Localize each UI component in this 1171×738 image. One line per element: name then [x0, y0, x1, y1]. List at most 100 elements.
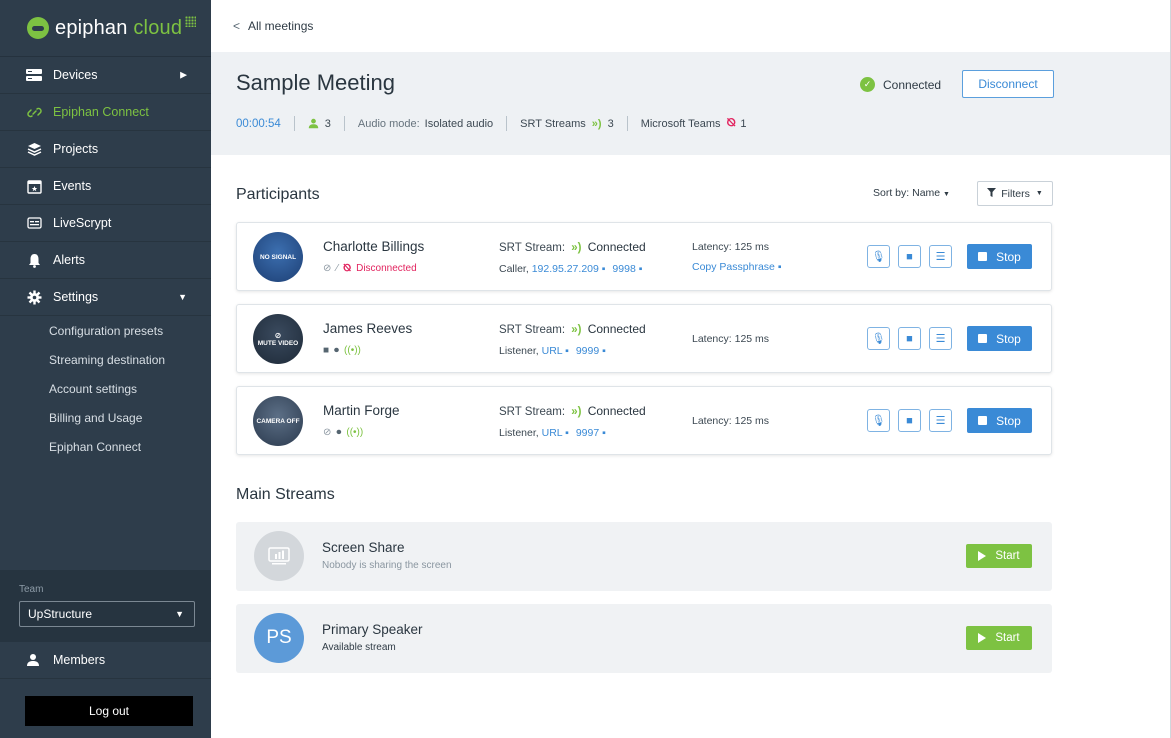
copy-icon: ▪ [777, 261, 782, 273]
stop-label: Stop [996, 249, 1021, 264]
gear-icon [26, 290, 42, 304]
start-button[interactable]: Start [966, 626, 1032, 650]
screen-share-avatar [254, 531, 304, 581]
srt-url-link[interactable]: URL [542, 427, 563, 439]
mic-button[interactable]: 🎙 [867, 327, 890, 350]
camera-off-icon: ⊘ [323, 263, 332, 274]
stop-button[interactable]: Stop [967, 244, 1032, 269]
stop-button[interactable]: Stop [967, 326, 1032, 351]
chevron-down-icon: ▼ [175, 609, 184, 619]
mic-button[interactable]: 🎙 [867, 409, 890, 432]
meeting-timer: 00:00:54 [236, 117, 281, 130]
video-camera-icon: ■ [906, 332, 913, 345]
list-icon: ☰ [935, 333, 946, 345]
sidebar-item-label: Epiphan Connect [53, 105, 149, 119]
sidebar-subitem-epiphan-connect[interactable]: Epiphan Connect [0, 432, 211, 461]
team-dropdown[interactable]: UpStructure ▼ [19, 601, 195, 627]
devices-icon [26, 68, 42, 82]
mic-button[interactable]: 🎙 [867, 245, 890, 268]
disconnect-button[interactable]: Disconnect [962, 70, 1054, 98]
link-icon [26, 105, 42, 119]
camera-button[interactable]: ■ [898, 327, 921, 350]
signal-waves-icon: ») [591, 117, 602, 130]
mic-icon: 🎙 [871, 333, 886, 345]
participant-card: CAMERA OFF Martin Forge ⊘ ⏺ ((•)) SRT St… [236, 386, 1052, 455]
start-label: Start [995, 632, 1020, 644]
details-button[interactable]: ☰ [929, 327, 952, 350]
play-icon [978, 633, 987, 643]
screen-share-icon [268, 547, 290, 565]
chevron-left-icon[interactable]: < [233, 19, 240, 33]
copy-icon[interactable]: ▪ [602, 345, 606, 357]
srt-stream-status: SRT Stream: ») Connected [499, 240, 646, 254]
participant-media-status: ⊘ ⁄ ⦰ Disconnected [323, 263, 422, 274]
copy-icon[interactable]: ▪ [602, 427, 606, 439]
latency: Latency: 125 ms [692, 415, 769, 427]
sidebar-item-devices[interactable]: Devices ▶ [0, 57, 211, 94]
sidebar-item-projects[interactable]: Projects [0, 131, 211, 168]
copy-passphrase-link[interactable]: Copy Passphrase ▪ [692, 261, 782, 273]
sidebar-item-label: Members [53, 653, 106, 667]
sidebar-item-events[interactable]: Events [0, 168, 211, 205]
participant-avatar: ⊘ MUTE VIDEO [253, 314, 303, 364]
teams-label: Microsoft Teams [640, 117, 721, 130]
srt-port[interactable]: 9997 [576, 427, 599, 439]
srt-mode: Listener, [499, 345, 539, 357]
sidebar-subitem-account-settings[interactable]: Account settings [0, 374, 211, 403]
brand-name: epiphan [55, 16, 128, 39]
sidebar-item-epiphan-connect[interactable]: Epiphan Connect [0, 94, 211, 131]
sidebar-subitem-streaming-destination[interactable]: Streaming destination [0, 345, 211, 374]
stream-subtitle: Available stream [322, 642, 396, 653]
srt-url-link[interactable]: URL [542, 345, 563, 357]
sidebar-item-members[interactable]: Members [0, 642, 211, 679]
details-button[interactable]: ☰ [929, 409, 952, 432]
stop-icon [978, 252, 988, 261]
sidebar-item-label: Settings [53, 290, 99, 304]
srt-stream-label: SRT Stream: [499, 324, 566, 336]
sidebar-item-alerts[interactable]: Alerts [0, 242, 211, 279]
sidebar-item-label: LiveScrypt [53, 216, 112, 230]
srt-port[interactable]: 9998 [612, 263, 635, 275]
sidebar-item-label: Events [53, 179, 92, 193]
copy-icon[interactable]: ▪ [602, 263, 606, 275]
main-streams-heading: Main Streams [236, 486, 335, 503]
sidebar-item-settings[interactable]: Settings ▼ [0, 279, 211, 316]
sidebar-item-label: Projects [53, 142, 99, 156]
filter-icon [987, 187, 997, 200]
srt-port[interactable]: 9999 [576, 345, 599, 357]
stream-subtitle: Nobody is sharing the screen [322, 560, 452, 571]
connection-status: ✓ Connected [860, 77, 941, 92]
back-to-all-meetings-link[interactable]: All meetings [248, 19, 313, 33]
start-button[interactable]: Start [966, 544, 1032, 568]
mic-icon: 🎙 [871, 415, 886, 427]
stop-button[interactable]: Stop [967, 408, 1032, 433]
filters-button[interactable]: Filters ▼ [977, 181, 1053, 206]
avatar-status-text: NO SIGNAL [259, 253, 297, 261]
logout-button[interactable]: Log out [25, 696, 193, 726]
signal-waves-icon: ») [571, 324, 582, 336]
sidebar-subitem-configuration-presets[interactable]: Configuration presets [0, 316, 211, 345]
connection-status-label: Connected [883, 77, 942, 92]
camera-off-icon: ⊘ [274, 331, 282, 340]
copy-icon[interactable]: ▪ [565, 345, 569, 357]
copy-icon[interactable]: ▪ [639, 263, 643, 275]
srt-streams-label: SRT Streams [520, 117, 586, 130]
camera-button[interactable]: ■ [898, 245, 921, 268]
srt-address-link[interactable]: 192.95.27.209 [532, 263, 599, 275]
sidebar-item-livescrypt[interactable]: LiveScrypt [0, 205, 211, 242]
mic-icon: ⏺ [334, 345, 340, 356]
sort-label: Sort by: [873, 187, 910, 199]
sort-dropdown[interactable]: Sort by: Name ▼ [873, 187, 950, 199]
sidebar-subitem-billing-and-usage[interactable]: Billing and Usage [0, 403, 211, 432]
team-label: Team [19, 584, 44, 595]
brand-logo[interactable]: epiphan cloud [0, 0, 211, 57]
details-button[interactable]: ☰ [929, 245, 952, 268]
srt-connection-status: Connected [587, 404, 646, 418]
copy-icon[interactable]: ▪ [565, 427, 569, 439]
latency-label: Latency: [692, 415, 732, 427]
camera-button[interactable]: ■ [898, 409, 921, 432]
copy-passphrase-label: Copy Passphrase [692, 261, 775, 273]
teams-disconnected-icon: ⦰ [726, 117, 736, 129]
srt-stream-label: SRT Stream: [499, 406, 566, 418]
latency: Latency: 125 ms [692, 333, 769, 345]
